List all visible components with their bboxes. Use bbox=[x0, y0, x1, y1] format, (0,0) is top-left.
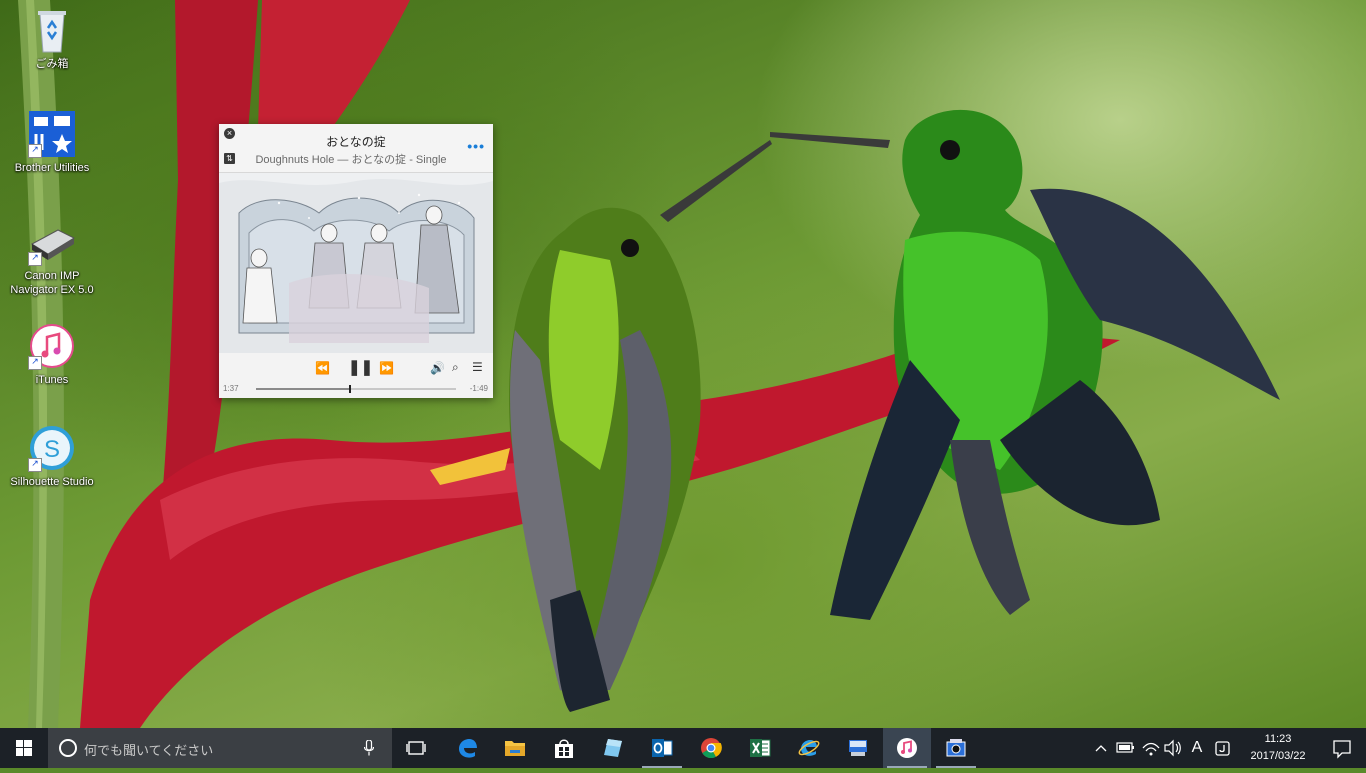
battery-status[interactable] bbox=[1114, 728, 1136, 768]
task-view-button[interactable] bbox=[392, 728, 440, 768]
ie-icon bbox=[798, 740, 820, 756]
edge-icon bbox=[459, 739, 477, 758]
taskbar-app-outlook[interactable] bbox=[638, 728, 686, 768]
taskbar: 何でも聞いてください A 11:23 2017/03/22 bbox=[0, 728, 1366, 768]
expand-icon[interactable]: ⇅ bbox=[224, 153, 235, 164]
taskbar-app-blue-pane[interactable] bbox=[589, 728, 637, 768]
taskbar-app-itunes[interactable] bbox=[883, 728, 931, 768]
chrome-icon bbox=[701, 738, 722, 759]
taskbar-app-chrome[interactable] bbox=[687, 728, 735, 768]
shortcut-arrow-icon: ↗ bbox=[28, 458, 42, 472]
ime-pad-icon bbox=[1215, 741, 1230, 756]
brother-app-icon bbox=[849, 740, 867, 756]
excel-icon bbox=[750, 739, 771, 757]
shortcut-arrow-icon: ↗ bbox=[28, 252, 42, 266]
desktop-icon-recycle-bin[interactable]: ごみ箱 bbox=[4, 6, 100, 71]
taskbar-app-edge[interactable] bbox=[443, 728, 491, 768]
clock[interactable]: 11:23 2017/03/22 bbox=[1240, 728, 1316, 768]
task-view-icon bbox=[406, 741, 426, 755]
scanner-app-icon bbox=[946, 739, 966, 757]
volume-icon[interactable]: 🔊 bbox=[430, 361, 445, 375]
desktop-icon-itunes[interactable]: ↗ iTunes bbox=[4, 322, 100, 387]
outlook-icon bbox=[652, 739, 673, 757]
search-icon[interactable]: ⌕ bbox=[452, 360, 459, 375]
taskbar-app-internet-explorer[interactable] bbox=[785, 728, 833, 768]
playback-progress-fill bbox=[256, 388, 350, 390]
action-center-button[interactable] bbox=[1318, 728, 1366, 768]
desktop-wallpaper bbox=[0, 0, 1366, 728]
album-artwork bbox=[219, 173, 493, 353]
desktop-icon-label: Canon IMP Navigator EX 5.0 bbox=[10, 270, 94, 296]
itunes-icon: ↗ bbox=[28, 322, 76, 370]
show-hidden-icons-button[interactable] bbox=[1092, 728, 1110, 768]
start-button[interactable] bbox=[0, 728, 48, 768]
cortana-search-box[interactable]: 何でも聞いてください bbox=[48, 728, 392, 768]
cortana-icon bbox=[59, 739, 77, 757]
time-elapsed: 1:37 bbox=[223, 384, 239, 393]
album-artwork-illustration bbox=[219, 173, 493, 353]
itunes-mini-player[interactable]: × ⇅ おとなの掟 Doughnuts Hole — おとなの掟 - Singl… bbox=[219, 124, 493, 398]
desktop-icon-label: Silhouette Studio bbox=[10, 476, 94, 488]
speaker-icon bbox=[1164, 739, 1181, 757]
battery-icon bbox=[1116, 742, 1134, 753]
desktop-icon-canon-navigator[interactable]: ↗ Canon IMP Navigator EX 5.0 bbox=[4, 218, 100, 297]
windows-logo-icon bbox=[16, 740, 32, 756]
time-remaining: -1:49 bbox=[469, 384, 488, 393]
taskbar-app-brother[interactable] bbox=[834, 728, 882, 768]
desktop-icon-label: iTunes bbox=[35, 374, 69, 386]
chevron-up-icon bbox=[1095, 745, 1107, 752]
desktop-icon-label: Brother Utilities bbox=[14, 162, 90, 174]
notification-icon bbox=[1333, 740, 1351, 759]
rewind-icon[interactable]: ⏪ bbox=[315, 361, 330, 375]
playback-progress-bar[interactable] bbox=[256, 385, 456, 393]
canon-scanner-icon: ↗ bbox=[28, 218, 76, 266]
track-subtitle: Doughnuts Hole — おとなの掟 - Single bbox=[255, 154, 447, 166]
mini-player-header[interactable]: × ⇅ おとなの掟 Doughnuts Hole — おとなの掟 - Singl… bbox=[219, 124, 493, 173]
pause-icon[interactable]: ❚❚ bbox=[348, 358, 373, 376]
taskbar-app-file-explorer[interactable] bbox=[491, 728, 539, 768]
brother-utilities-icon: ↗ bbox=[28, 110, 76, 158]
svg-text:S: S bbox=[44, 436, 60, 463]
desktop-icon-label: ごみ箱 bbox=[35, 58, 69, 70]
glass-pane-icon bbox=[604, 739, 622, 757]
taskbar-app-store[interactable] bbox=[540, 728, 588, 768]
desktop-icon-silhouette-studio[interactable]: S ↗ Silhouette Studio bbox=[4, 424, 100, 489]
shortcut-arrow-icon: ↗ bbox=[28, 356, 42, 370]
search-placeholder: 何でも聞いてください bbox=[84, 744, 214, 759]
taskbar-app-excel[interactable] bbox=[736, 728, 784, 768]
up-next-list-icon[interactable]: ☰ bbox=[472, 360, 483, 374]
network-status[interactable] bbox=[1140, 728, 1162, 768]
itunes-icon bbox=[897, 738, 917, 758]
recycle-bin-icon bbox=[28, 6, 76, 54]
clock-date: 2017/03/22 bbox=[1250, 750, 1306, 762]
hummingbird-wallpaper-art bbox=[18, 0, 1280, 728]
microphone-icon[interactable] bbox=[364, 740, 374, 756]
mini-player-controls: ⏪ ❚❚ ⏩ 🔊 ⌕ ☰ 1:37 -1:49 bbox=[219, 353, 493, 398]
clock-time: 11:23 bbox=[1264, 733, 1292, 745]
folder-icon bbox=[505, 741, 525, 756]
fast-forward-icon[interactable]: ⏩ bbox=[379, 361, 394, 375]
silhouette-studio-icon: S ↗ bbox=[28, 424, 76, 472]
more-options-icon[interactable]: ••• bbox=[467, 138, 485, 154]
track-title: おとなの掟 bbox=[326, 135, 386, 149]
playback-progress-knob[interactable] bbox=[349, 385, 351, 393]
desktop-icon-brother-utilities[interactable]: ↗ Brother Utilities bbox=[4, 110, 100, 175]
app-tray-icon[interactable] bbox=[1212, 728, 1234, 768]
close-icon[interactable]: × bbox=[224, 128, 235, 139]
ime-indicator[interactable]: A bbox=[1186, 728, 1208, 768]
volume-control[interactable] bbox=[1162, 728, 1184, 768]
taskbar-app-scanner[interactable] bbox=[932, 728, 980, 768]
shortcut-arrow-icon: ↗ bbox=[28, 144, 42, 158]
wifi-icon bbox=[1142, 742, 1160, 756]
store-icon bbox=[555, 739, 573, 758]
